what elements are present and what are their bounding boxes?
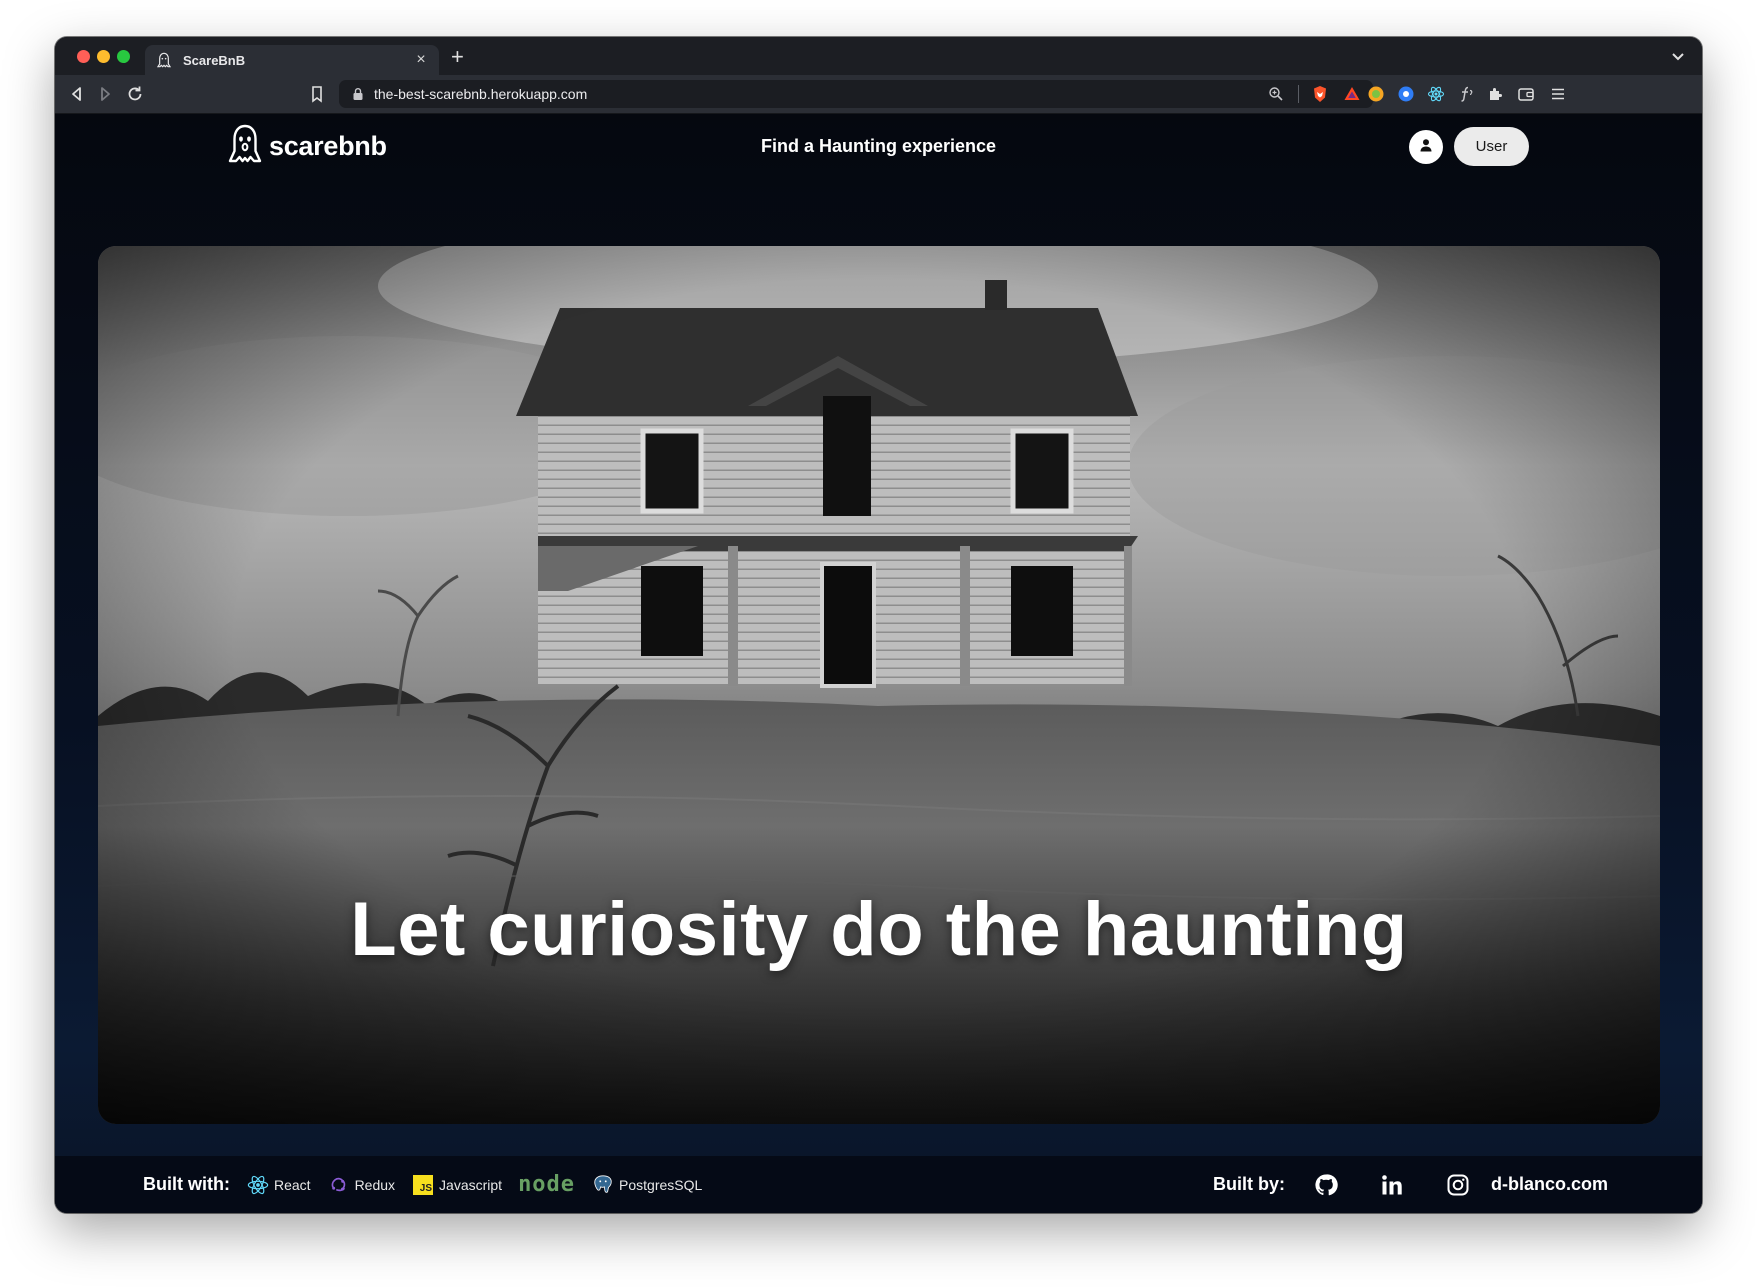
tab-title: ScareBnB — [183, 52, 246, 68]
lock-icon — [352, 87, 364, 101]
tech-label: Javascript — [439, 1176, 503, 1193]
footer: Built with: React Redux JS Javascript no… — [55, 1156, 1702, 1213]
browser-menu-icon[interactable] — [1549, 85, 1567, 103]
brave-shield-icon[interactable] — [1311, 85, 1329, 103]
personal-site-link[interactable]: d-blanco.com — [1491, 1174, 1608, 1195]
minimize-window-button[interactable] — [97, 50, 110, 63]
user-avatar[interactable] — [1409, 130, 1443, 164]
forward-arrow-icon[interactable] — [95, 84, 115, 104]
tech-node[interactable]: node — [518, 1172, 575, 1197]
tech-postgres[interactable]: PostgresSQL — [591, 1173, 702, 1197]
user-button[interactable]: User — [1454, 127, 1529, 166]
tech-label: PostgresSQL — [619, 1176, 703, 1193]
js-badge: JS — [413, 1174, 434, 1195]
extension-function-icon[interactable] — [1457, 85, 1475, 103]
linkedin-icon[interactable] — [1379, 1172, 1405, 1198]
ghost-favicon-icon — [155, 51, 173, 69]
tab-close-icon[interactable]: × — [413, 51, 429, 69]
haunted-house-illustration — [98, 246, 1660, 1124]
extension-react-devtools-icon[interactable] — [1427, 85, 1445, 103]
javascript-icon: JS — [411, 1173, 435, 1197]
zoom-icon[interactable] — [1268, 86, 1284, 102]
react-icon — [246, 1173, 270, 1197]
scarebnb-page: scarebnb Find a Haunting experience User — [55, 114, 1702, 1213]
tech-javascript[interactable]: JS Javascript — [411, 1173, 502, 1197]
built-with-label: Built with: — [143, 1174, 230, 1194]
tab-bar: ScareBnB × + — [55, 37, 1702, 75]
browser-window: ScareBnB × + the-best-scarebnb.herokuapp… — [55, 37, 1702, 1213]
github-icon[interactable] — [1313, 1172, 1339, 1198]
extension-metamask-icon[interactable] — [1367, 85, 1385, 103]
back-arrow-icon[interactable] — [67, 84, 87, 104]
tech-label: React — [273, 1176, 311, 1193]
maximize-window-button[interactable] — [117, 50, 130, 63]
extension-blue-circle-icon[interactable] — [1397, 85, 1415, 103]
postgresql-icon — [591, 1173, 615, 1197]
address-bar: the-best-scarebnb.herokuapp.com — [55, 75, 1702, 114]
extensions-puzzle-icon[interactable] — [1487, 85, 1505, 103]
reload-icon[interactable] — [125, 84, 145, 104]
tech-react[interactable]: React — [246, 1173, 311, 1197]
brave-rewards-icon[interactable] — [1343, 85, 1361, 103]
hero-title: Let curiosity do the haunting — [350, 887, 1408, 972]
built-by-label: Built by: — [1212, 1174, 1285, 1194]
redux-icon — [327, 1173, 351, 1197]
wallet-icon[interactable] — [1517, 85, 1535, 103]
user-icon — [1419, 138, 1433, 157]
url-divider — [1298, 85, 1299, 103]
url-text[interactable]: the-best-scarebnb.herokuapp.com — [374, 86, 1268, 102]
instagram-icon[interactable] — [1445, 1172, 1471, 1198]
tech-label: Redux — [354, 1176, 396, 1193]
bookmark-icon[interactable] — [307, 84, 327, 104]
new-tab-button[interactable]: + — [451, 44, 464, 70]
tab-list-chevron-icon[interactable] — [1668, 46, 1688, 66]
hero-banner: Let curiosity do the haunting — [98, 246, 1660, 1124]
tech-redux[interactable]: Redux — [327, 1173, 395, 1197]
url-bar[interactable]: the-best-scarebnb.herokuapp.com — [339, 80, 1373, 108]
node-logo-icon: node — [518, 1172, 576, 1197]
close-window-button[interactable] — [77, 50, 90, 63]
tab-scarebnb[interactable]: ScareBnB × — [145, 45, 439, 75]
